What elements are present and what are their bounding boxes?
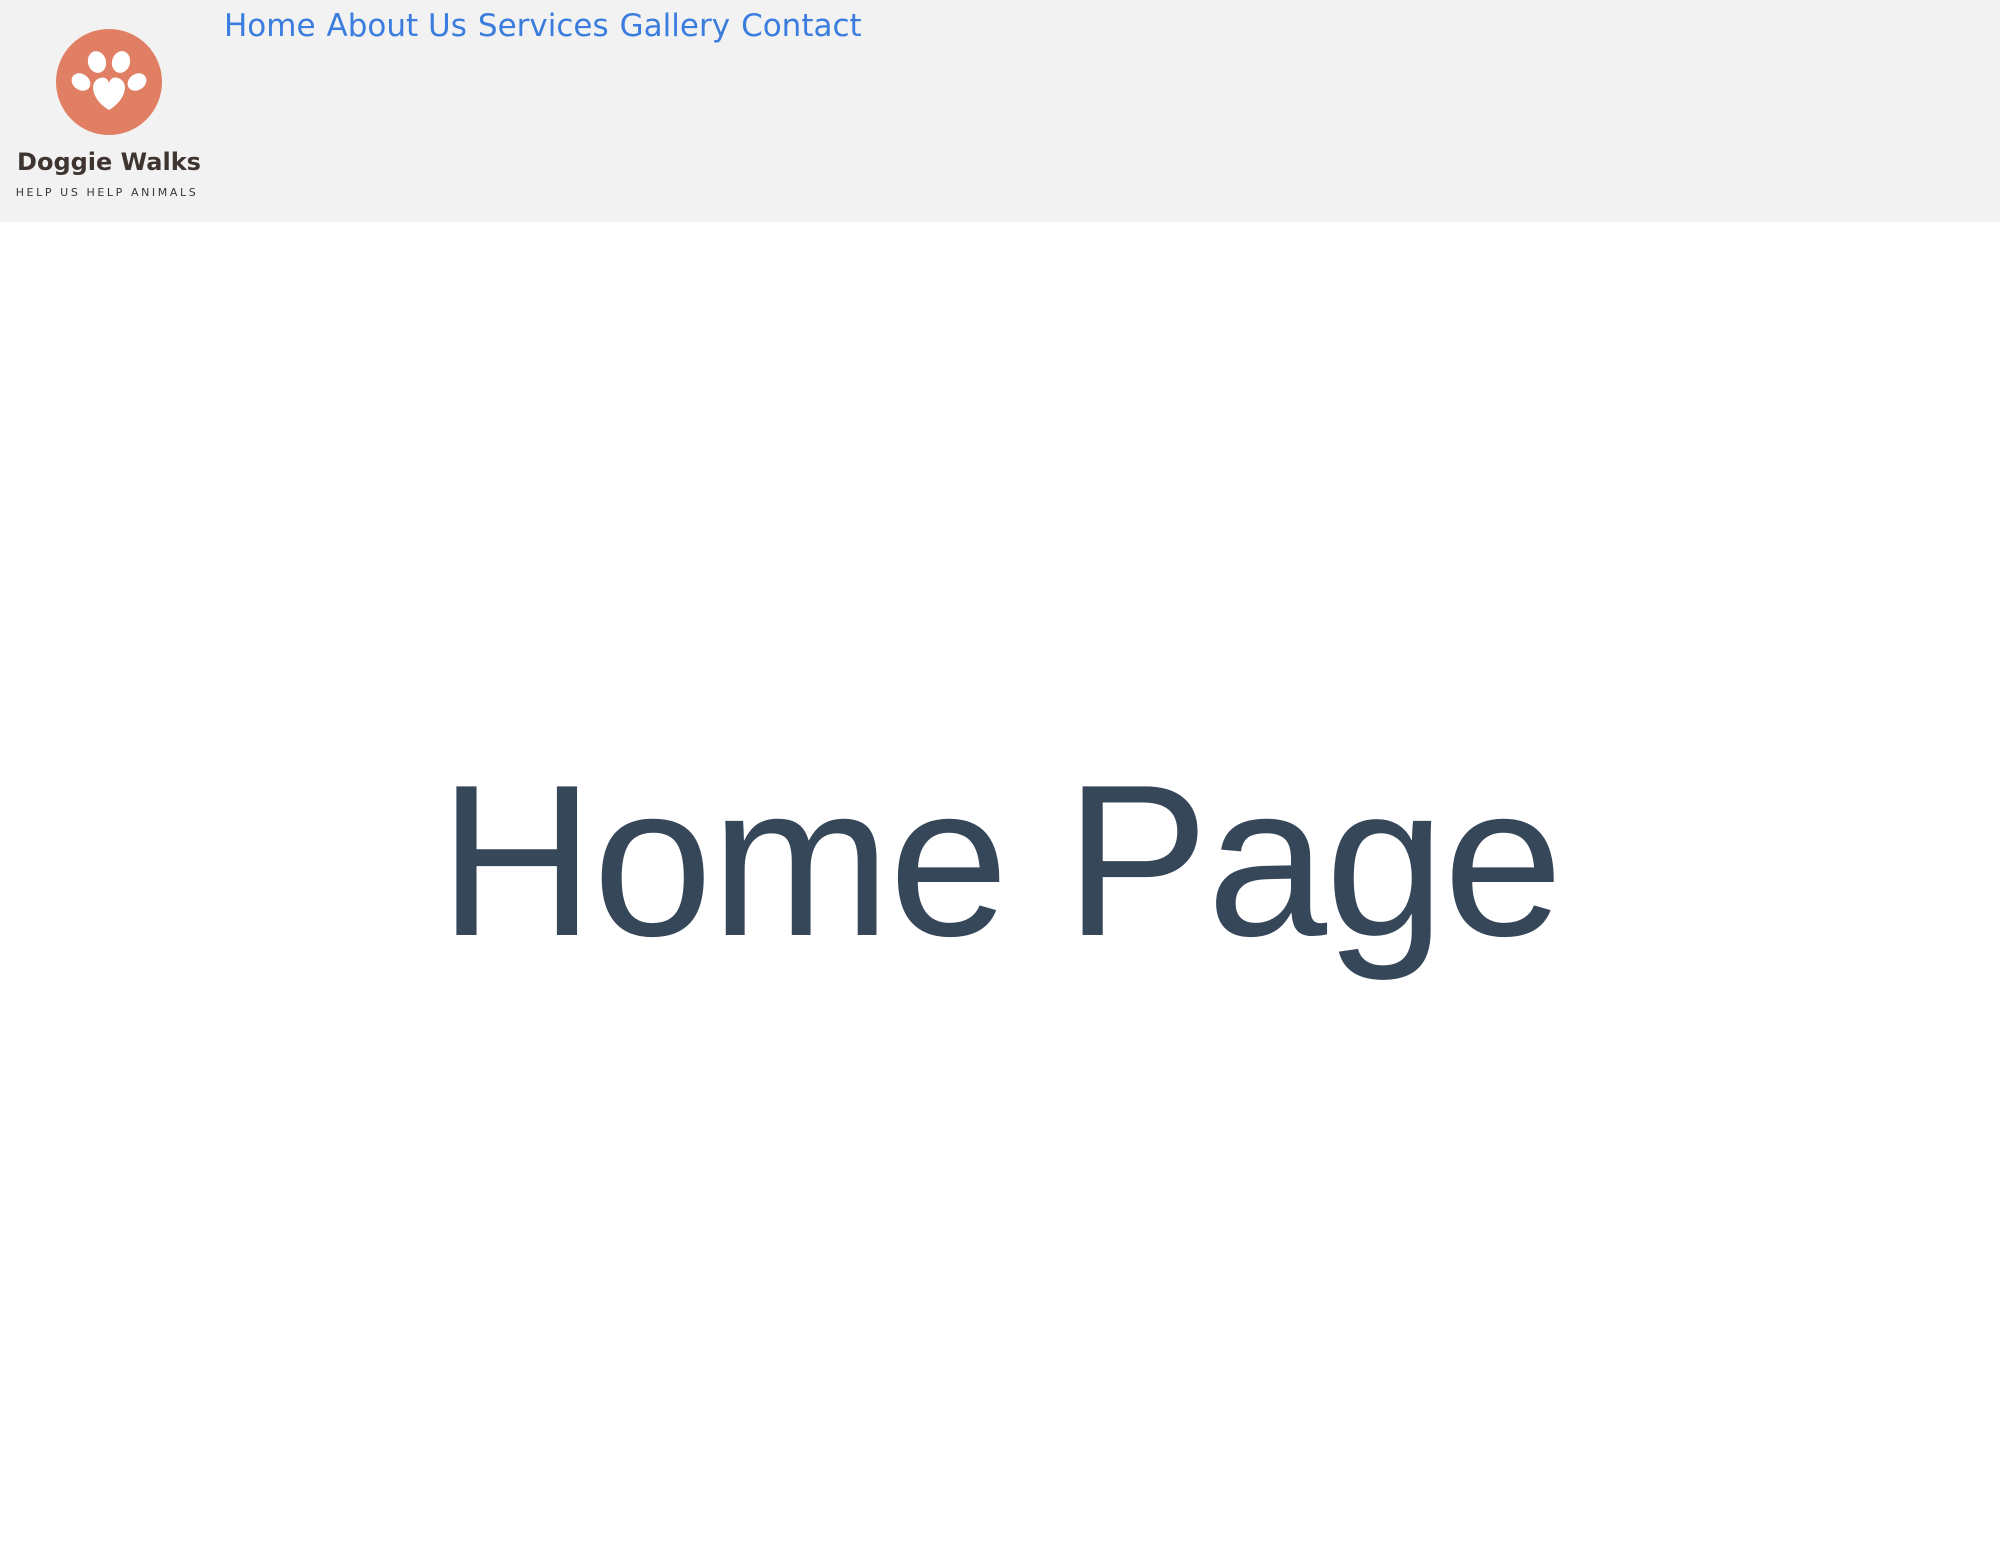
main-nav: Home About Us Services Gallery Contact <box>224 6 873 46</box>
paw-icon <box>56 29 162 135</box>
site-header: Doggie Walks HELP US HELP ANIMALS Home A… <box>0 0 2000 222</box>
hero-section: Home Page <box>0 222 2000 1542</box>
nav-link-services[interactable]: Services <box>478 6 609 46</box>
nav-link-contact[interactable]: Contact <box>741 6 862 46</box>
nav-link-about-us[interactable]: About Us <box>327 6 467 46</box>
page-title: Home Page <box>438 739 1564 981</box>
nav-link-home[interactable]: Home <box>224 6 316 46</box>
nav-link-gallery[interactable]: Gallery <box>620 6 730 46</box>
brand-logo[interactable]: Doggie Walks HELP US HELP ANIMALS <box>0 0 215 222</box>
brand-tagline: HELP US HELP ANIMALS <box>15 186 199 199</box>
brand-name: Doggie Walks <box>17 148 201 176</box>
